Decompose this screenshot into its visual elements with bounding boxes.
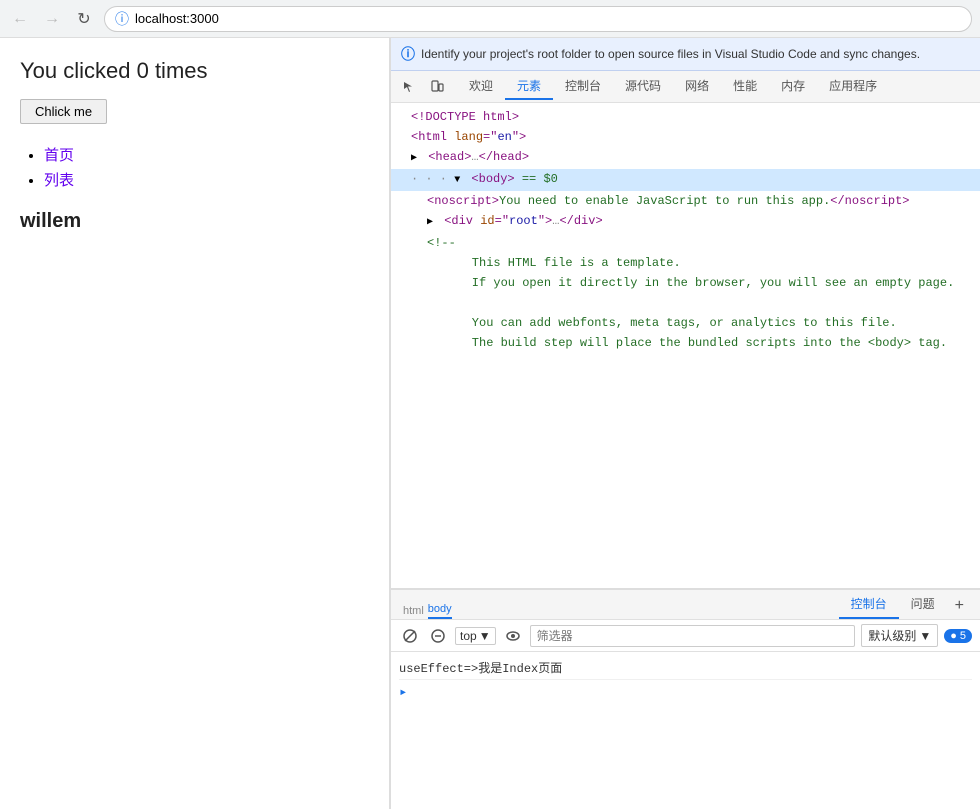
html-head-line[interactable]: <head>…</head>	[391, 147, 980, 169]
url-display: localhost:3000	[135, 11, 219, 26]
info-bar-icon: ⓘ	[401, 44, 415, 64]
browser-chrome: ← → ↻ ⓘ localhost:3000	[0, 0, 980, 38]
back-button[interactable]: ←	[8, 7, 32, 31]
html-comment-start: <!--	[391, 233, 980, 253]
refresh-button[interactable]: ↻	[72, 7, 96, 31]
main-area: You clicked 0 times Chlick me 首页 列表 will…	[0, 38, 980, 809]
console-caret: ▸	[399, 684, 407, 701]
html-breadcrumb[interactable]: html	[403, 605, 424, 617]
html-doctype-line: <!DOCTYPE html>	[391, 107, 980, 127]
tab-sources[interactable]: 源代码	[613, 73, 673, 100]
message-count-badge: ● 5	[944, 629, 972, 643]
list-item: 列表	[44, 169, 369, 190]
html-div-root-line[interactable]: <div id="root">…</div>	[391, 211, 980, 233]
level-label: 默认级别	[868, 627, 916, 644]
console-toolbar: top ▼ 默认级别 ▼ ● 5	[391, 620, 980, 652]
level-dropdown-arrow: ▼	[919, 629, 931, 643]
inspect-icon-button[interactable]	[397, 75, 421, 99]
html-comment-2: If you open it directly in the browser, …	[391, 273, 980, 293]
badge-count: 5	[960, 630, 966, 642]
head-expand-arrow[interactable]	[411, 150, 421, 168]
console-output: useEffect=>我是Index页面 ▸	[391, 652, 980, 809]
html-comment-1: This HTML file is a template.	[391, 253, 980, 273]
clear-console-button[interactable]	[399, 625, 421, 647]
address-bar[interactable]: ⓘ localhost:3000	[104, 6, 972, 32]
webpage-panel: You clicked 0 times Chlick me 首页 列表 will…	[0, 38, 390, 809]
html-comment-3: You can add webfonts, meta tags, or anal…	[391, 313, 980, 333]
context-label: top	[460, 629, 477, 643]
console-log-text: useEffect=>我是Index页面	[399, 659, 562, 676]
console-add-tab[interactable]: +	[947, 593, 972, 619]
console-log-line: useEffect=>我是Index页面	[399, 656, 972, 680]
list-link[interactable]: 列表	[44, 172, 74, 189]
tab-memory[interactable]: 内存	[769, 73, 817, 100]
body-expand-arrow[interactable]	[454, 172, 464, 190]
html-comment-4: The build step will place the bundled sc…	[391, 333, 980, 353]
device-icon-button[interactable]	[425, 75, 449, 99]
forward-button[interactable]: →	[40, 7, 64, 31]
devtools-panel: ⓘ Identify your project's root folder to…	[390, 38, 980, 809]
click-button[interactable]: Chlick me	[20, 99, 107, 124]
filter-input[interactable]	[530, 625, 856, 647]
devtools-tabs: 欢迎 元素 控制台 源代码 网络 性能 内存 应用程序	[457, 73, 889, 100]
context-dropdown[interactable]: top ▼	[455, 627, 496, 645]
console-area: html body 控制台 问题 + top	[391, 589, 980, 809]
tab-performance[interactable]: 性能	[721, 73, 769, 100]
tab-network[interactable]: 网络	[673, 73, 721, 100]
filter-icon-button[interactable]	[427, 625, 449, 647]
console-tabs: html body 控制台 问题 +	[391, 590, 980, 620]
eye-icon-button[interactable]	[502, 625, 524, 647]
info-bar-text: Identify your project's root folder to o…	[421, 47, 920, 61]
body-breadcrumb[interactable]: body	[428, 603, 452, 619]
tab-application[interactable]: 应用程序	[817, 73, 889, 100]
tab-console[interactable]: 控制台	[553, 73, 613, 100]
elements-panel: <!DOCTYPE html> <html lang="en"> <head>……	[391, 103, 980, 589]
console-tab-console[interactable]: 控制台	[839, 591, 899, 619]
div-root-expand[interactable]	[427, 214, 437, 232]
info-bar: ⓘ Identify your project's root folder to…	[391, 38, 980, 71]
devtools-toolbar: 欢迎 元素 控制台 源代码 网络 性能 内存 应用程序	[391, 71, 980, 103]
list-item: 首页	[44, 144, 369, 165]
click-count-label: You clicked 0 times	[20, 58, 369, 84]
tab-elements[interactable]: 元素	[505, 73, 553, 100]
console-tab-issues[interactable]: 问题	[899, 591, 947, 619]
context-dropdown-arrow: ▼	[479, 629, 491, 643]
html-noscript-line: <noscript>You need to enable JavaScript …	[391, 191, 980, 211]
author-name: willem	[20, 210, 369, 233]
home-link[interactable]: 首页	[44, 147, 74, 164]
console-prompt-line[interactable]: ▸	[399, 680, 972, 705]
html-html-line: <html lang="en">	[391, 127, 980, 147]
html-body-line[interactable]: · · · <body> == $0	[391, 169, 980, 191]
tab-welcome[interactable]: 欢迎	[457, 73, 505, 100]
nav-links: 首页 列表	[20, 144, 369, 190]
html-comment-blank	[391, 293, 980, 313]
security-icon: ⓘ	[115, 9, 129, 29]
badge-icon: ●	[950, 630, 957, 642]
level-select[interactable]: 默认级别 ▼	[861, 624, 938, 647]
